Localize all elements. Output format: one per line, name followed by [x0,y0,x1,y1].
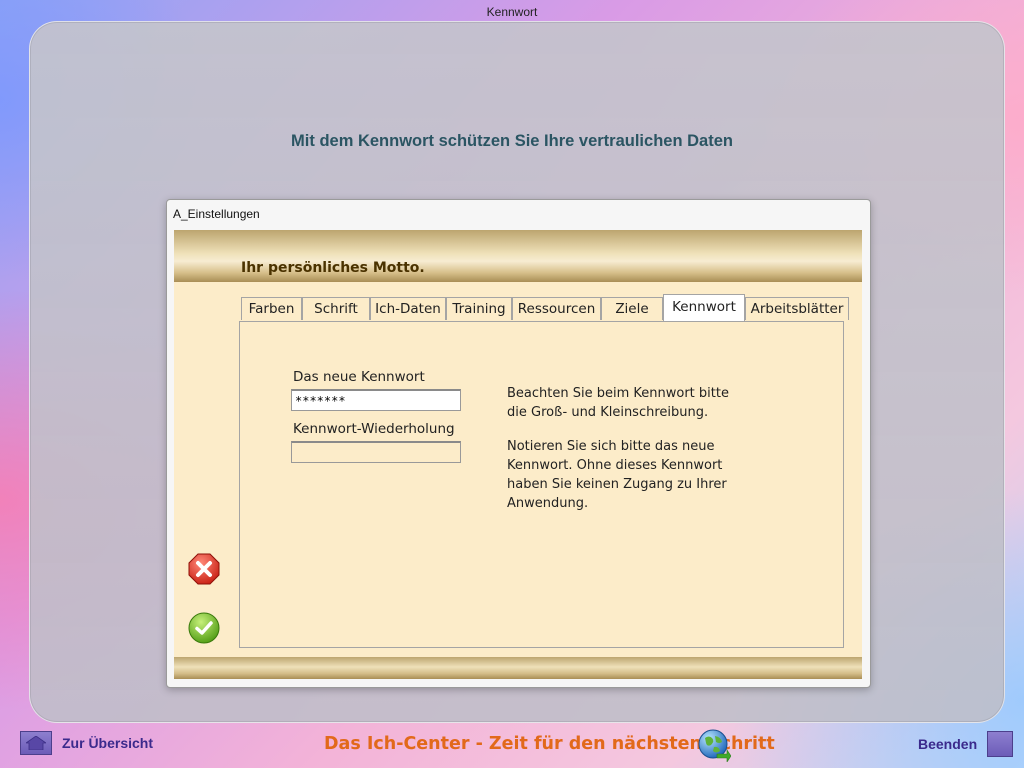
footer-band [174,657,862,679]
quit-label: Beenden [918,736,978,752]
cancel-x-icon [188,553,220,585]
quit-button[interactable]: Beenden [918,731,1014,757]
case-sensitivity-note: Beachten Sie beim Kennwort bitte die Gro… [507,386,729,420]
window-title: Kennwort [486,5,538,19]
tab-ich-daten[interactable]: Ich-Daten [370,297,446,320]
new-password-input[interactable] [291,389,461,411]
dialog-title: A_Einstellungen [173,207,260,221]
tab-farben[interactable]: Farben [241,297,302,320]
footer-bar: Zur Übersicht Das Ich-Center - Zeit für … [0,726,1024,768]
tab-ressourcen[interactable]: Ressourcen [512,297,601,320]
exit-icon [987,731,1014,757]
tab-training[interactable]: Training [446,297,512,320]
repeat-password-label: Kennwort-Wiederholung [293,421,455,437]
password-hints: Beachten Sie beim Kennwort bitte die Gro… [507,384,747,528]
home-icon [20,731,52,755]
kennwort-panel: Das neue Kennwort Kennwort-Wiederholung … [239,321,844,648]
tab-schrift[interactable]: Schrift [302,297,370,320]
confirm-check-icon [188,612,220,644]
new-password-label: Das neue Kennwort [293,369,425,385]
page-heading: Mit dem Kennwort schützen Sie Ihre vertr… [291,132,733,150]
confirm-button[interactable] [188,612,220,644]
write-down-note: Notieren Sie sich bitte das neue Kennwor… [507,439,727,511]
motto-label: Ihr persönliches Motto. [241,260,425,276]
overview-button[interactable]: Zur Übersicht [20,731,153,755]
cancel-button[interactable] [188,553,220,585]
settings-dialog: A_Einstellungen Ihr persönliches Motto. … [166,199,871,688]
overview-label: Zur Übersicht [62,735,154,751]
globe-icon [697,728,732,763]
tab-arbeitsblaetter[interactable]: Arbeitsblätter [745,297,849,320]
tab-kennwort[interactable]: Kennwort [663,294,745,321]
form-area: Ihr persönliches Motto. Farben Schrift I… [174,230,862,679]
repeat-password-input[interactable] [291,441,461,463]
tab-ziele[interactable]: Ziele [601,297,663,320]
